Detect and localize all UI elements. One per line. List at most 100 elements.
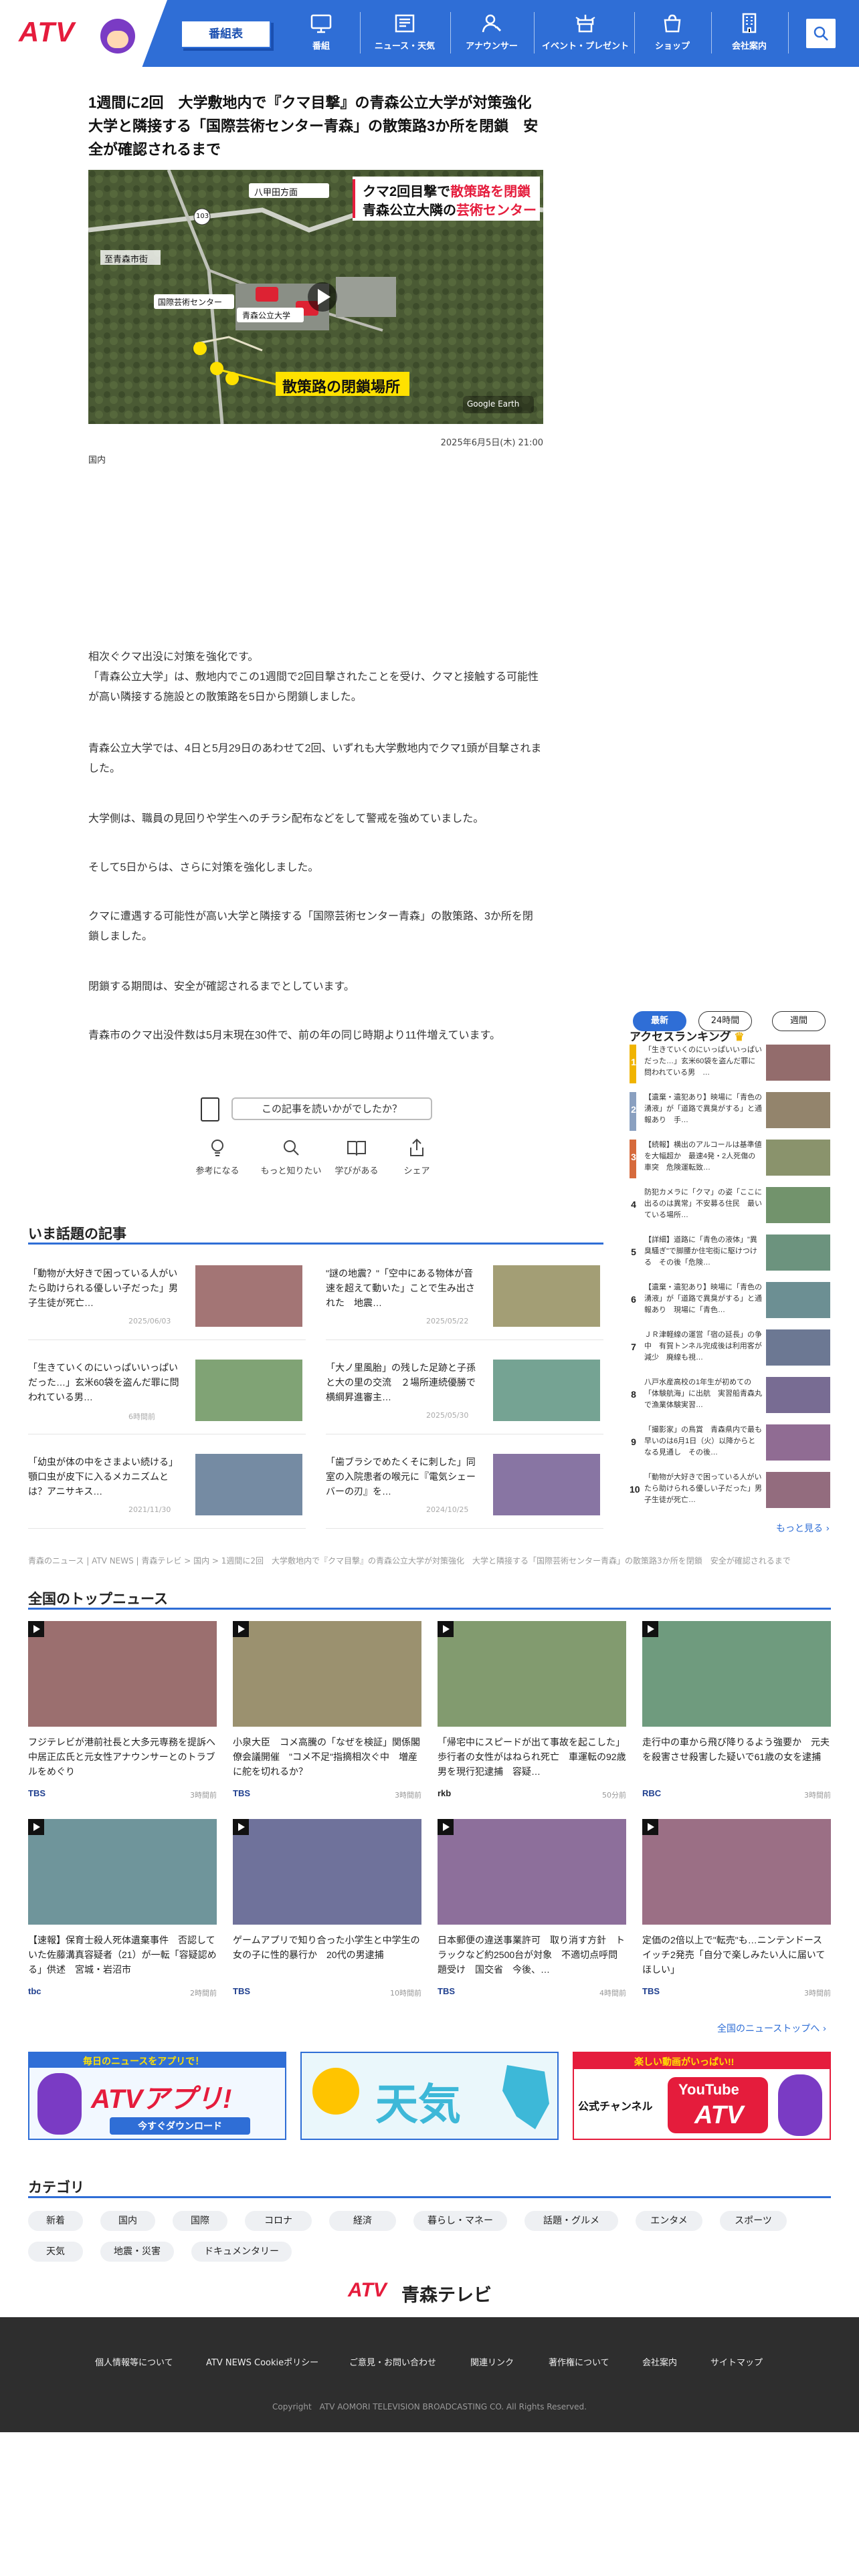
news-headline[interactable]: 定価の2倍以上で"転売"も…ニンテンドースイッチ2発売「自分で楽しみたい人に届い…: [642, 1933, 831, 1992]
ranking-item[interactable]: 9 「撮影家」の鳥賞 青森県内で最も早いのは6月1日（火）以降からとなる見通し そ…: [630, 1424, 830, 1469]
footer-link[interactable]: ATV NEWS Cookieポリシー: [206, 2355, 318, 2368]
search-icon: [814, 26, 828, 41]
category-chip[interactable]: コロナ: [245, 2211, 312, 2231]
app-download-banner[interactable]: 毎日のニュースをアプリで！ ATVアプリ! 今すぐダウンロード: [28, 2052, 286, 2140]
hero-caption-line1: クマ2回目撃で散策路を閉鎖: [363, 181, 531, 200]
ranking-item[interactable]: 4 防犯カメラに「クマ」の姿「ここに出るのは異常」不安募る住民 最いている場所…: [630, 1187, 830, 1231]
news-headline[interactable]: ゲームアプリで知り合った小学生と中学生の女の子に性的暴行か 20代の男逮捕: [233, 1933, 421, 1992]
news-thumbnail[interactable]: [438, 1819, 626, 1925]
ranking-item[interactable]: 10 「動物が大好きで困っている人がいたら助けられる優しい子だった」男子生徒が死亡…: [630, 1472, 830, 1516]
youtube-banner-label: 公式チャンネル: [578, 2101, 653, 2113]
trending-item-text[interactable]: 「歯ブラシでめたくそに刺した」同室の入院患者の喉元に『電気シェーバーの刃』を…: [326, 1455, 480, 1499]
article-paragraph: そして5日からは、さらに対策を強化しました。: [88, 862, 319, 873]
category-chip[interactable]: 新着: [28, 2211, 83, 2231]
nav-shop[interactable]: ショップ: [639, 7, 706, 60]
feedback-more-button[interactable]: もっと知りたい: [254, 1137, 328, 1176]
category-chip[interactable]: 天気: [28, 2242, 83, 2262]
trending-item-text[interactable]: 「大ノ里風胎」の残した足跡と子孫と大の里の交流 ２場所連続優勝で横綱昇進審主…: [326, 1360, 480, 1404]
footer-logo-atv[interactable]: ATV: [348, 2279, 387, 2302]
breadcrumb[interactable]: 青森のニュース | ATV NEWS | 青森テレビ > 国内 > 1週間に2回…: [28, 1555, 791, 1566]
news-headline[interactable]: フジテレビが港前社長と大多元専務を提訴へ 中居正広氏と元女性アナウンサーとのトラ…: [28, 1735, 217, 1794]
category-chip[interactable]: 話題・グルメ: [524, 2211, 618, 2231]
category-chip[interactable]: エンタメ: [636, 2211, 702, 2231]
ranking-item[interactable]: 1 「生きていくのにいっぱいいっぱいだった…」玄米60袋を盗んだ罪に問われている男…: [630, 1045, 830, 1089]
news-source: RBC: [642, 1788, 662, 1798]
trending-thumbnail[interactable]: [195, 1454, 302, 1515]
nav-event-present[interactable]: イベント・プレゼント: [535, 7, 636, 60]
nav-label: アナウンサー: [466, 41, 518, 51]
category-chip[interactable]: 暮らし・マネー: [413, 2211, 507, 2231]
program-guide-button[interactable]: 番組表: [181, 20, 271, 48]
trending-thumbnail[interactable]: [493, 1454, 600, 1515]
nav-announcer[interactable]: アナウンサー: [455, 7, 529, 60]
trending-thumbnail[interactable]: [493, 1360, 600, 1421]
nav-program[interactable]: 番組: [288, 7, 355, 60]
play-icon: [233, 1621, 249, 1637]
ranking-item-text: 「生きていくのにいっぱいいっぱいだった…」玄米60袋を盗んだ罪に問われている男 …: [644, 1046, 762, 1077]
ranking-item[interactable]: 3 【続報】横出のアルコールは基準値を大幅超か 最速4発・2人死傷の車突 危険運転…: [630, 1140, 830, 1184]
trending-item-text[interactable]: 「動物が大好きで困っている人がいたら助けられる優しい子だった」男子生徒が死亡…: [28, 1266, 182, 1310]
news-thumbnail[interactable]: [233, 1621, 421, 1727]
ranking-item[interactable]: 2 【遺棄・遺犯あり】映場に「青色の湧液」が「道路で異臭がする」と通報あり 手…: [630, 1092, 830, 1136]
search-button[interactable]: [806, 19, 836, 48]
news-thumbnail[interactable]: [28, 1819, 217, 1925]
ranking-tab-latest[interactable]: 最新: [633, 1011, 686, 1031]
ranking-thumbnail: [766, 1329, 830, 1366]
news-thumbnail[interactable]: [233, 1819, 421, 1925]
footer-link[interactable]: 著作権について: [549, 2355, 609, 2368]
rank-number: 7: [631, 1341, 636, 1352]
news-headline[interactable]: 【速報】保育士殺人死体遺棄事件 否認していた佐藤溝真容疑者（21）が一転「容疑認…: [28, 1933, 217, 1992]
article-paragraph: 相次ぐクマ出没に対策を強化です。 「青森公立大学」は、敷地内でこの1週間で2回目…: [88, 651, 539, 703]
news-thumbnail[interactable]: [28, 1621, 217, 1727]
site-logo[interactable]: ATV: [19, 16, 75, 48]
footer-link[interactable]: ご意見・お問い合わせ: [349, 2355, 436, 2368]
nav-divider: [634, 12, 635, 53]
row-divider: [28, 1528, 306, 1529]
article-hero-image: クマ2回目撃で散策路を閉鎖 青森公立大隣の芸術センター 八甲田方面 103 至青…: [88, 170, 543, 424]
news-thumbnail[interactable]: [642, 1621, 831, 1727]
ranking-item[interactable]: 5 【詳細】道路に「青色の液体」"異臭騒ぎ"で脚腰か住宅街に駆けつける その後「危…: [630, 1235, 830, 1279]
ranking-more-link[interactable]: もっと見る ›: [776, 1521, 830, 1535]
ranking-item-text: 【遺棄・遺犯あり】映場に「青色の湧液」が「道路で異臭がする」と通報あり 現場に「…: [644, 1283, 762, 1314]
feedback-useful-button[interactable]: 参考になる: [181, 1137, 254, 1176]
category-chip[interactable]: 国際: [173, 2211, 227, 2231]
news-headline[interactable]: 日本郵便の違送事業許可 取り消す方針 トラックなど約2500台が対象 不適切点呼…: [438, 1933, 626, 1992]
category-chip[interactable]: 地震・災害: [100, 2242, 174, 2262]
nav-company[interactable]: 会社案内: [716, 7, 783, 60]
ranking-item[interactable]: 7 ＪＲ津軽線の運営「宿の延長」の争中 有賀トンネル完成後は利用客が減少 廃線も視…: [630, 1329, 830, 1374]
news-headline[interactable]: 「帰宅中にスピードが出て事故を起こした」歩行者の女性がはねられ死亡 車運転の92…: [438, 1735, 626, 1794]
trending-thumbnail[interactable]: [493, 1265, 600, 1327]
trending-item-text[interactable]: 「生きていくのにいっぱいいっぱいだった…」玄米60袋を盗んだ罪に問われている男…: [28, 1360, 182, 1404]
trending-item-text[interactable]: "謎の地震？"「空中にある物体が音速を超えて動いた」ことで生み出された 地震…: [326, 1266, 480, 1310]
row-divider: [326, 1528, 603, 1529]
news-thumbnail[interactable]: [438, 1621, 626, 1727]
news-headline[interactable]: 走行中の車から飛び降りるよう強要か 元夫を殺害させ殺害した疑いで61歳の女を逮捕: [642, 1735, 831, 1794]
news-headline[interactable]: 小泉大臣 コメ高騰の「なぜを検証」関係閣僚会議開催 "コメ不足"指摘相次ぐ中 増…: [233, 1735, 421, 1794]
article-category[interactable]: 国内: [88, 453, 106, 465]
top-news-more-link[interactable]: 全国のニューストップへ ›: [717, 2022, 826, 2035]
ranking-item-text: 「撮影家」の鳥賞 青森県内で最も早いのは6月1日（火）以降からとなる見通し その…: [644, 1426, 762, 1457]
trending-thumbnail[interactable]: [195, 1265, 302, 1327]
nav-news-weather[interactable]: ニュース・天気: [365, 7, 445, 60]
ranking-item[interactable]: 6 【遺棄・遺犯あり】映場に「青色の湧液」が「道路で異臭がする」と通報あり 現場に…: [630, 1282, 830, 1326]
footer-link[interactable]: サイトマップ: [710, 2355, 763, 2368]
trending-item-date: 2025/05/30: [426, 1411, 469, 1420]
share-button[interactable]: シェア: [380, 1137, 454, 1176]
trending-item-text[interactable]: 「幼虫が体の中をさまよい続ける」顎口虫が皮下に入るメカニズムとは？アニサキス…: [28, 1455, 182, 1499]
category-chip[interactable]: スポーツ: [720, 2211, 787, 2231]
news-thumbnail[interactable]: [642, 1819, 831, 1925]
ranking-tab-weekly[interactable]: 週間: [772, 1011, 826, 1031]
footer-link[interactable]: 関連リンク: [470, 2355, 514, 2368]
trending-thumbnail[interactable]: [195, 1360, 302, 1421]
youtube-banner[interactable]: 楽しい動画がいっぱい!! 公式チャンネル YouTube ATV: [573, 2052, 831, 2140]
weather-banner[interactable]: 天気: [300, 2052, 559, 2140]
sun-icon: [312, 2068, 359, 2115]
news-source: TBS: [233, 1788, 250, 1798]
ranking-item[interactable]: 8 八戸水産高校の1年生が初めての「体験航海」に出航 実習船青森丸で漁業体験実習…: [630, 1377, 830, 1421]
ranking-tab-24h[interactable]: 24時間: [698, 1011, 752, 1031]
category-chip[interactable]: 経済: [329, 2211, 396, 2231]
footer-link[interactable]: 個人情報等について: [95, 2355, 173, 2368]
category-chip[interactable]: ドキュメンタリー: [191, 2242, 292, 2262]
footer-link[interactable]: 会社案内: [642, 2355, 677, 2368]
category-chip[interactable]: 国内: [100, 2211, 155, 2231]
